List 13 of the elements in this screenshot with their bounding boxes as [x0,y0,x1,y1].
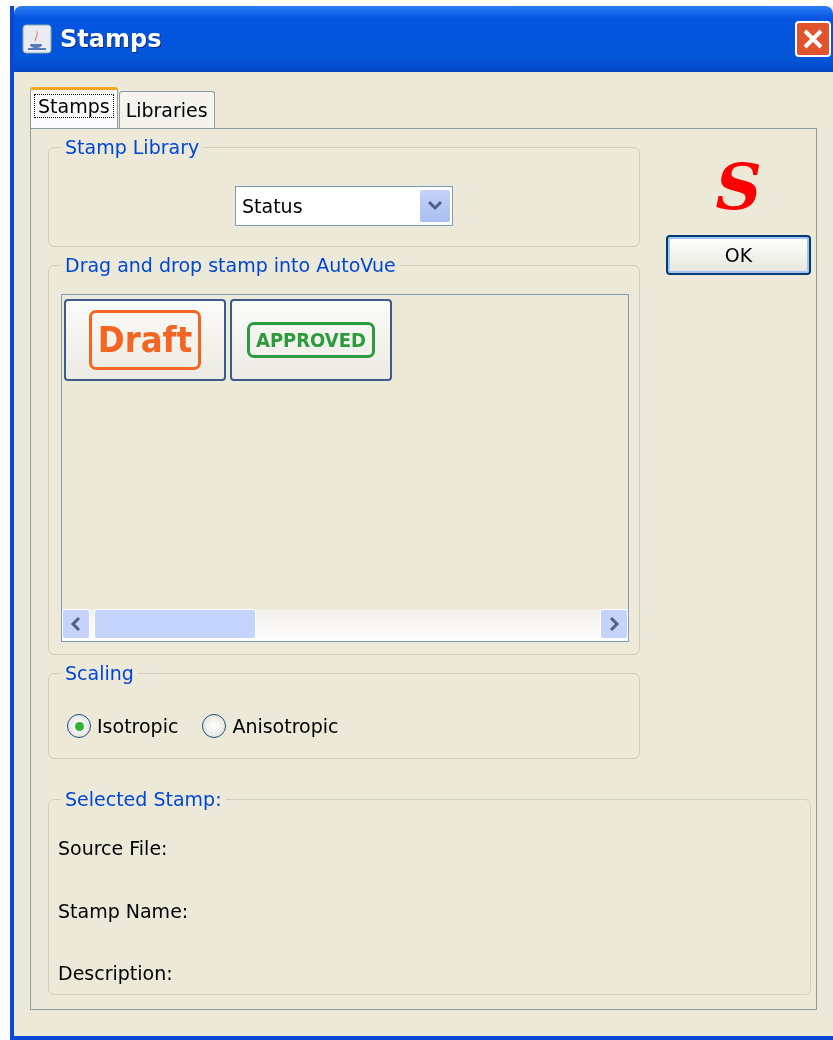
field-label: Stamp Name: [58,898,190,924]
stamp-label: Draft [88,310,202,370]
radio-option[interactable]: Anisotropic [202,712,339,741]
radio-option[interactable]: Isotropic [67,712,179,741]
field-label: Source File: [58,836,169,861]
field-label: Description: [58,961,174,986]
window-title: Stamps [60,24,163,55]
tab[interactable]: Stamps [30,86,118,128]
logo: S [715,155,762,219]
library-dropdown[interactable]: Status [235,186,453,226]
stamp-label: APPROVED [246,322,376,358]
tab[interactable]: Libraries [118,90,215,128]
ok-button[interactable]: OK [666,235,811,275]
